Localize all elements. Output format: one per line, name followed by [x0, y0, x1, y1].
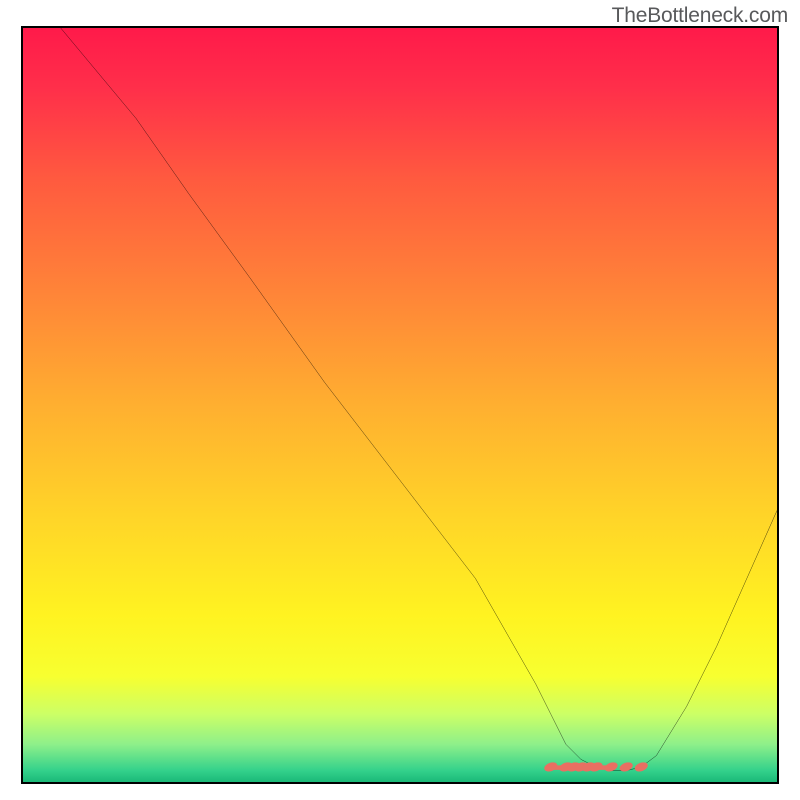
bottleneck-curve: [23, 28, 777, 782]
plot-frame: [21, 26, 779, 784]
optimal-range-markers: [543, 761, 649, 773]
watermark-label: TheBottleneck.com: [612, 4, 788, 28]
chart-container: TheBottleneck.com: [0, 0, 800, 800]
